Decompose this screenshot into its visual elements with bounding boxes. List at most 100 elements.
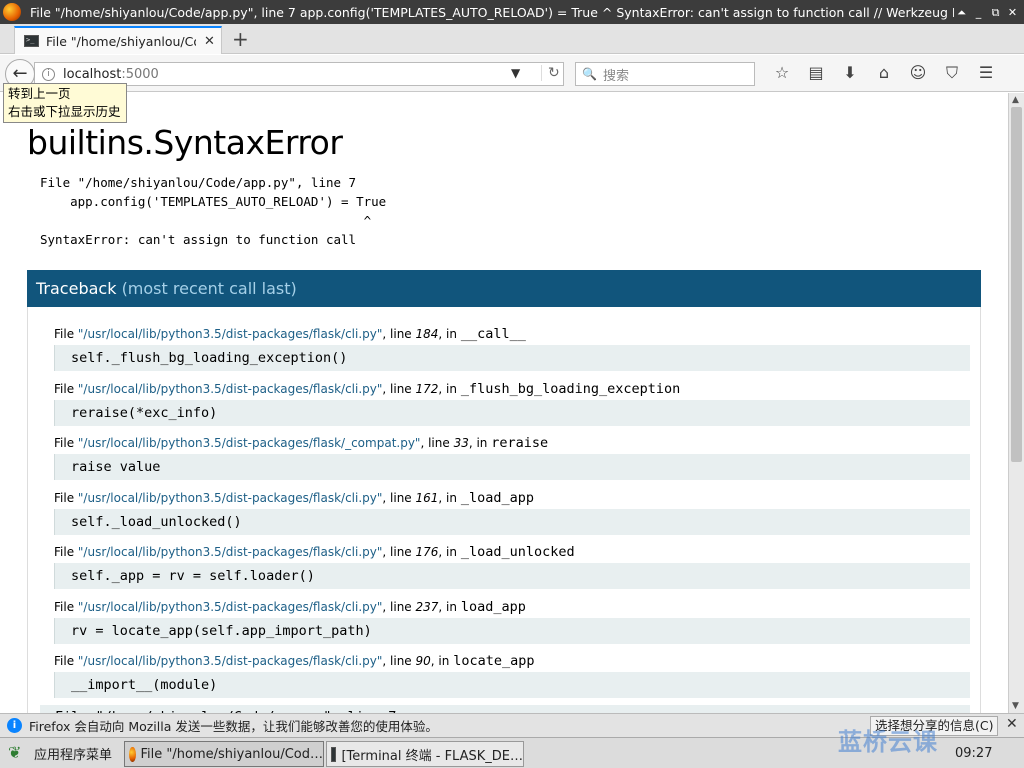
page-scrollbar[interactable]: ▲ ▼ [1008,93,1024,713]
frame-location: File "/usr/local/lib/python3.5/dist-pack… [54,543,970,561]
menu-icon[interactable]: ☰ [969,62,1003,84]
scroll-up-icon[interactable]: ▲ [1012,95,1019,105]
frame-file-word: File [54,599,78,614]
back-button-tooltip: 转到上一页 右击或下拉显示历史 [3,83,127,123]
error-title: builtins.SyntaxError [27,123,343,162]
firefox-task-icon [129,746,136,762]
url-port: :5000 [121,66,159,82]
frame-line-word: , line [382,327,416,341]
frame-location: File "/usr/local/lib/python3.5/dist-pack… [54,434,970,452]
watermark-logo: 蓝桥云课 [838,728,938,756]
reading-list-icon[interactable]: ▤ [799,62,833,84]
traceback-frame[interactable]: File "/usr/local/lib/python3.5/dist-pack… [54,325,970,371]
home-icon[interactable]: ⌂ [867,62,901,84]
frame-source-line[interactable]: self._app = rv = self.loader() [54,563,970,589]
traceback-frame[interactable]: File "/usr/local/lib/python3.5/dist-pack… [54,543,970,589]
pocket-icon[interactable]: ⛉ [935,62,969,84]
frame-file-path[interactable]: "/usr/local/lib/python3.5/dist-packages/… [78,436,421,450]
frame-line-number: 176 [415,545,439,559]
window-close-button[interactable]: ✕ [1005,5,1020,20]
frame-function-name: _flush_bg_loading_exception [460,380,681,397]
history-dropdown-icon[interactable]: ▼ [511,66,520,80]
frame-function-name: __call__ [460,326,526,342]
frame-line-number: 90 [415,654,431,668]
frame-in-word: , in [430,654,454,668]
frame-file-path[interactable]: "/usr/local/lib/python3.5/dist-packages/… [78,654,383,668]
frame-file-path[interactable]: "/usr/local/lib/python3.5/dist-packages/… [78,327,383,341]
firefox-logo-icon [3,3,21,21]
traceback-frame[interactable]: File "/usr/local/lib/python3.5/dist-pack… [54,598,970,644]
traceback-frame-clipped[interactable]: File "/home/shiyanlou/Code/app.py", line… [40,705,970,713]
taskbar-item-label: [Terminal 终端 - FLASK_DE… [341,748,523,764]
navigation-toolbar: i localhost:5000 ▼ ↻ ← 🔍 搜索 ☆ ▤ ⬇ ⌂ ☺ ⛉ … [0,55,1024,92]
frame-source-line[interactable]: self._flush_bg_loading_exception() [54,345,970,371]
search-placeholder: 搜索 [602,68,629,84]
window-maximize-button[interactable]: ⧉ [988,5,1003,20]
frame-source-line[interactable]: self._load_unlocked() [54,508,970,535]
search-icon: 🔍 [582,67,597,81]
frame-file-word: File [54,436,78,450]
window-titlebar: File "/home/shiyanlou/Code/app.py", line… [0,0,1024,24]
feedback-icon[interactable]: ☺ [901,62,935,84]
clock: 09:27 [955,746,993,761]
traceback-frame[interactable]: File "/usr/local/lib/python3.5/dist-pack… [54,489,970,535]
frame-line-number: 184 [415,327,439,341]
traceback-frame[interactable]: File "/usr/local/lib/python3.5/dist-pack… [54,652,970,698]
frame-line-number: 237 [415,599,439,614]
reload-icon[interactable]: ↻ [541,65,560,81]
frame-file-path[interactable]: "/usr/local/lib/python3.5/dist-packages/… [78,545,383,559]
frame-source-line[interactable]: raise value [54,454,970,480]
frame-function-name: load_app [460,598,526,615]
frame-source-line[interactable]: rv = locate_app(self.app_import_path) [54,617,970,644]
tooltip-line-1: 转到上一页 [8,86,71,101]
frame-location: File "/usr/local/lib/python3.5/dist-pack… [54,325,970,343]
traceback-frame[interactable]: File "/usr/local/lib/python3.5/dist-pack… [54,380,970,426]
frame-line-word: , line [382,654,416,668]
search-input[interactable]: 🔍 搜索 [575,62,755,86]
frame-in-word: , in [438,381,461,396]
frame-in-word: , in [468,436,492,450]
window-title: File "/home/shiyanlou/Code/app.py", line… [30,4,954,20]
frame-line-word: , line [382,490,416,505]
window-shade-button[interactable]: ⏶ [954,5,969,20]
frame-source-line[interactable]: __import__(module) [54,672,970,698]
frame-line-word: , line [420,436,454,450]
tab-active[interactable]: File "/home/shiyanlou/Code/app.py", line… [14,26,222,54]
traceback-heading: Traceback [36,279,117,298]
taskbar-item-terminal[interactable]: [Terminal 终端 - FLASK_DE… [326,741,524,767]
traceback-header[interactable]: Traceback (most recent call last) [27,270,981,307]
frame-in-word: , in [438,545,461,559]
downloads-icon[interactable]: ⬇ [833,62,867,84]
scrollbar-thumb[interactable] [1011,107,1022,462]
frame-location: File "/usr/local/lib/python3.5/dist-pack… [54,489,970,507]
tab-strip: File "/home/shiyanlou/Code/app.py", line… [0,24,1024,54]
frame-file-path[interactable]: "/usr/local/lib/python3.5/dist-packages/… [78,382,383,396]
taskbar-item-firefox[interactable]: File "/home/shiyanlou/Cod… [124,741,324,767]
window-controls: ⏶ _ ⧉ ✕ [954,5,1020,20]
frame-file-word: File [54,490,78,505]
site-info-icon[interactable]: i [42,67,55,81]
frame-file-word: File [54,654,78,668]
bookmark-star-icon[interactable]: ☆ [765,62,799,84]
error-summary: File "/home/shiyanlou/Code/app.py", line… [40,175,387,247]
frame-file-path[interactable]: "/usr/local/lib/python3.5/dist-packages/… [78,491,383,505]
terminal-task-icon [331,746,337,762]
traceback-frame[interactable]: File "/usr/local/lib/python3.5/dist-pack… [54,434,970,480]
frame-file-word: File [54,381,78,396]
app-menu-button[interactable]: ❦ 应用程序菜单 [8,743,112,763]
tab-close-icon[interactable]: ✕ [204,34,215,49]
scroll-down-icon[interactable]: ▼ [1012,701,1019,711]
frame-line-number: 172 [415,381,439,396]
window-minimize-button[interactable]: _ [971,5,986,20]
notification-close-icon[interactable]: ✕ [1006,716,1018,732]
url-text[interactable]: localhost:5000 [63,67,159,82]
frame-file-path[interactable]: "/usr/local/lib/python3.5/dist-packages/… [78,600,383,614]
taskbar-item-label: File "/home/shiyanlou/Cod… [140,746,323,762]
frame-source-line[interactable]: reraise(*exc_info) [54,399,970,426]
toolbar-icons: ☆ ▤ ⬇ ⌂ ☺ ⛉ ☰ [765,62,1003,84]
frame-location: File "/usr/local/lib/python3.5/dist-pack… [54,598,970,616]
frame-line-word: , line [382,381,416,396]
frame-line-number: 161 [415,490,439,505]
frame-in-word: , in [438,599,461,614]
new-tab-button[interactable]: + [232,29,249,49]
